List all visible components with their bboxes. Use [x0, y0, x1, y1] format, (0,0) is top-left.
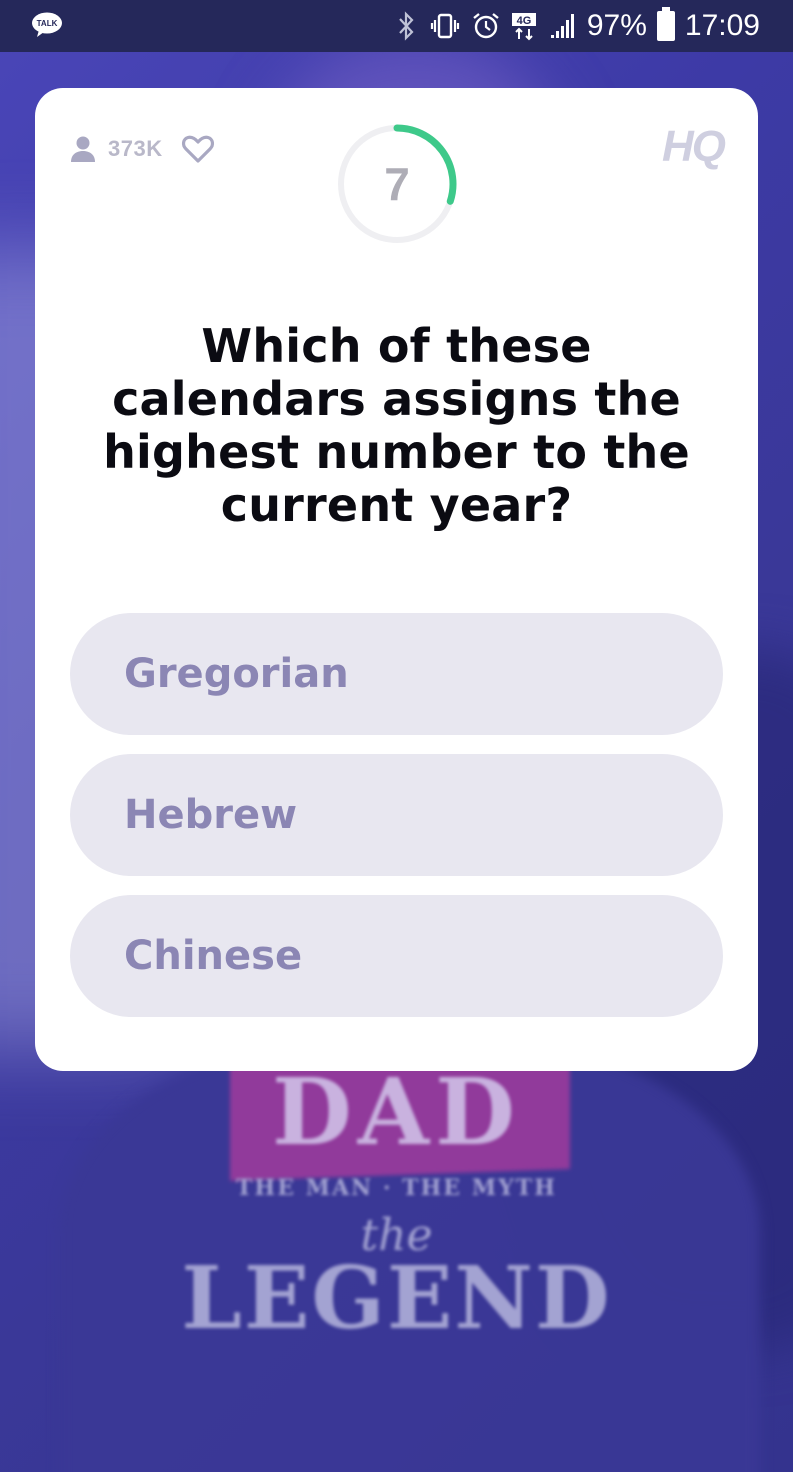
answer-label: Hebrew [124, 792, 298, 838]
clock: 17:09 [684, 9, 760, 42]
viewer-count-group: 373K [68, 134, 215, 164]
question-text: Which of these calendars assigns the hig… [103, 319, 690, 532]
answer-option-3[interactable]: Chinese [70, 895, 723, 1017]
shirt-text-legend: LEGEND [181, 1248, 612, 1349]
kakaotalk-icon-label: TALK [37, 19, 58, 28]
status-bar: TALK 4G 97% 17:09 [0, 0, 793, 52]
answer-option-1[interactable]: Gregorian [70, 613, 723, 735]
answer-label: Chinese [124, 933, 303, 979]
answer-label: Gregorian [124, 651, 349, 697]
4g-label: 4G [517, 15, 532, 27]
signal-icon [550, 14, 574, 38]
battery-percent: 97% [586, 9, 647, 42]
shirt-text-subtitle: THE MAN · THE MYTH [236, 1175, 557, 1201]
kakaotalk-icon: TALK [32, 12, 62, 37]
hq-logo: HQ [662, 122, 726, 171]
viewer-count: 373K [108, 136, 163, 161]
countdown-timer: 7 [335, 122, 459, 246]
4g-icon: 4G [511, 13, 536, 41]
heart-icon[interactable] [181, 134, 215, 164]
bluetooth-icon [399, 11, 414, 41]
answer-option-2[interactable]: Hebrew [70, 754, 723, 876]
status-icons: 4G 97% 17:09 [393, 0, 760, 52]
timer-seconds: 7 [384, 158, 410, 210]
shirt-text-dad: DAD [272, 1058, 521, 1166]
question-card: 373K 7 HQ Which of these calendars assig… [35, 88, 758, 1071]
person-icon [71, 136, 95, 162]
battery-icon [656, 7, 675, 41]
alarm-icon [473, 13, 499, 39]
vibrate-icon [430, 13, 459, 39]
